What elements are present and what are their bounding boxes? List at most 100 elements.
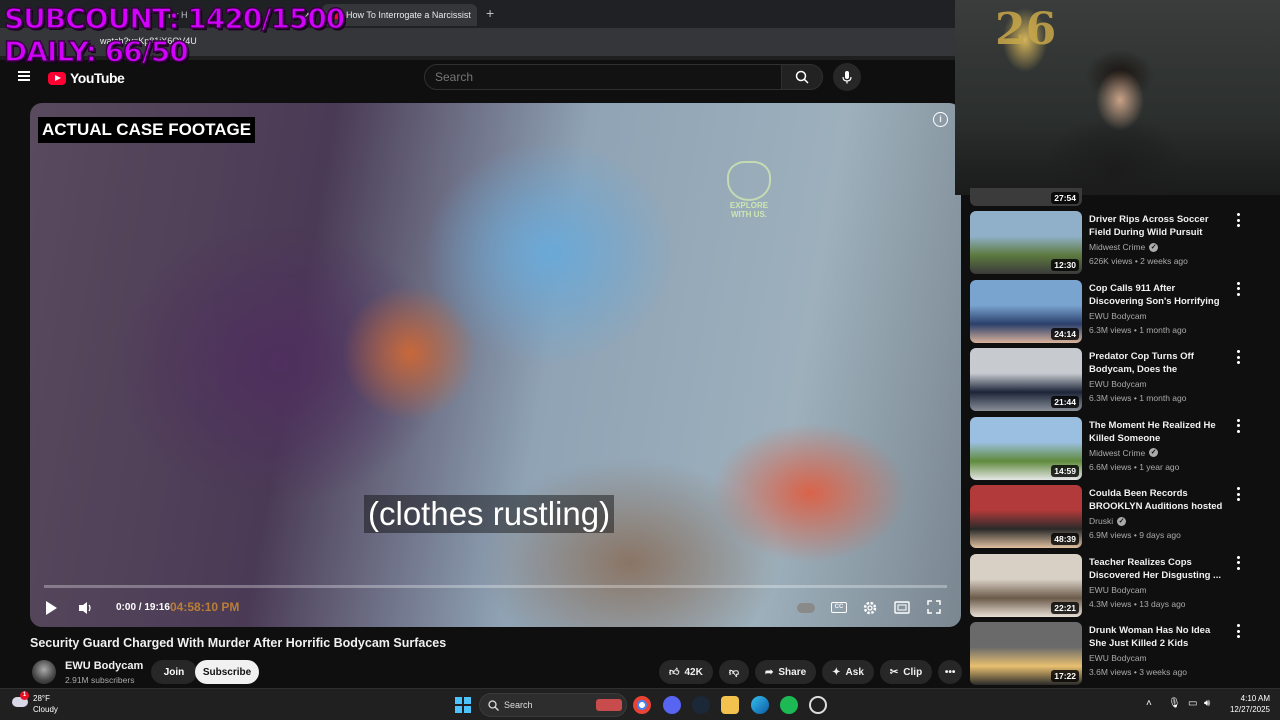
discord-icon[interactable] (663, 696, 681, 714)
video-channel[interactable]: Druski ✓ (1089, 516, 1127, 526)
youtube-logo[interactable]: YouTube (48, 70, 125, 86)
search-box[interactable] (424, 64, 782, 90)
action-buttons: 👍︎ 42K 👎︎ ➦ Share ✦ Ask ✂ Clip ••• (659, 660, 963, 684)
video-player[interactable]: ACTUAL CASE FOOTAGE EXPLORE WITH US. i (… (30, 103, 961, 627)
volume-tray-icon[interactable]: 🔊︎ (1204, 698, 1210, 709)
more-vertical-icon[interactable] (1234, 624, 1242, 638)
voice-search-button[interactable] (833, 63, 861, 91)
subtitles-icon[interactable]: CC (831, 602, 847, 613)
more-vertical-icon[interactable] (1234, 213, 1242, 227)
fullscreen-icon[interactable] (927, 600, 941, 614)
video-channel[interactable]: Midwest Crime ✓ (1089, 448, 1159, 458)
more-horizontal-icon: ••• (944, 666, 956, 678)
clock-time: 4:10 AM (1240, 694, 1270, 703)
partial-thumbnail[interactable]: 27:54 (970, 188, 1082, 206)
video-title[interactable]: Teacher Realizes Cops Discovered Her Dis… (1089, 556, 1229, 582)
recommended-video[interactable]: 22:21 Teacher Realizes Cops Discovered He… (970, 553, 1270, 618)
clip-button[interactable]: ✂ Clip (879, 660, 933, 684)
video-thumbnail[interactable]: 12:30 (970, 211, 1082, 274)
search-button[interactable] (781, 64, 823, 90)
join-button[interactable]: Join (151, 660, 197, 684)
video-meta: 626K views • 2 weeks ago (1089, 256, 1188, 266)
video-thumbnail[interactable]: 21:44 (970, 348, 1082, 411)
recommended-video[interactable]: 24:14 Cop Calls 911 After Discovering Son… (970, 279, 1270, 344)
taskbar-search[interactable]: Search (479, 693, 627, 717)
channel-name: EWU Bodycam (1089, 379, 1147, 389)
video-title[interactable]: Predator Cop Turns Off Bodycam, Does the… (1089, 350, 1229, 376)
video-thumbnail[interactable]: 22:21 (970, 553, 1082, 617)
spotify-icon[interactable] (780, 696, 798, 714)
search-icon (488, 700, 499, 711)
more-vertical-icon[interactable] (1234, 555, 1242, 570)
like-button[interactable]: 👍︎ 42K (659, 660, 713, 684)
recommended-video[interactable]: 21:44 Predator Cop Turns Off Bodycam, Doe… (970, 348, 1270, 412)
video-duration: 17:22 (1051, 670, 1079, 682)
channel-avatar[interactable] (32, 660, 56, 684)
video-thumbnail[interactable]: 24:14 (970, 279, 1082, 343)
autoplay-toggle[interactable] (797, 603, 815, 613)
microphone-tray-icon[interactable]: 🎙︎ (1168, 698, 1181, 709)
more-vertical-icon[interactable] (1234, 487, 1242, 501)
video-thumbnail[interactable]: 48:39 (970, 485, 1082, 548)
recommended-video[interactable]: 12:30 Driver Rips Across Soccer Field Dur… (970, 211, 1270, 275)
more-vertical-icon[interactable] (1234, 418, 1242, 433)
video-meta: 6.6M views • 1 year ago (1089, 461, 1180, 472)
more-vertical-icon[interactable] (1234, 281, 1242, 296)
obs-icon[interactable] (809, 696, 827, 714)
system-clock[interactable]: 4:10 AM 12/27/2025 (1230, 693, 1270, 715)
video-title[interactable]: The Moment He Realized He Killed Someone (1089, 419, 1229, 445)
video-duration: 21:44 (1051, 396, 1079, 408)
chevron-up-icon[interactable]: ˄ (1146, 698, 1152, 709)
video-channel[interactable]: EWU Bodycam (1089, 379, 1147, 389)
edge-icon[interactable] (751, 696, 769, 714)
windows-taskbar: 1 28°F Cloudy Search ˄ 🎙︎ ▭ 🔊︎ 4:10 AM 1… (0, 688, 1280, 720)
video-channel[interactable]: Midwest Crime ✓ (1089, 242, 1159, 252)
steam-icon[interactable] (692, 696, 710, 714)
dislike-button[interactable]: 👎︎ (718, 660, 749, 684)
channel-name[interactable]: EWU Bodycam (65, 660, 143, 672)
recommendations-sidebar: 27:54 12:30 Driver Rips Across Soccer Fie… (962, 188, 1280, 688)
browser-tab-active[interactable]: How To Interrogate a Narcissist ✕ (322, 4, 477, 26)
menu-icon[interactable] (18, 71, 30, 81)
recommended-video[interactable]: 17:22 Drunk Woman Has No Idea She Just Ki… (970, 622, 1270, 686)
settings-gear-icon[interactable] (862, 600, 878, 616)
recommended-video[interactable]: 14:59 The Moment He Realized He Killed So… (970, 416, 1270, 481)
video-thumbnail[interactable]: 17:22 (970, 622, 1082, 685)
video-channel[interactable]: EWU Bodycam (1089, 653, 1147, 663)
search-highlight-icon (596, 699, 622, 711)
search-input[interactable] (425, 65, 781, 89)
video-channel[interactable]: EWU Bodycam (1089, 311, 1147, 321)
weather-condition: Cloudy (33, 705, 58, 714)
case-footage-label: ACTUAL CASE FOOTAGE (38, 117, 256, 143)
info-icon[interactable]: i (933, 112, 948, 127)
windows-start-icon[interactable] (455, 697, 471, 713)
video-channel[interactable]: EWU Bodycam (1089, 585, 1147, 595)
video-meta: 6.9M views • 9 days ago (1089, 530, 1181, 540)
ask-button[interactable]: ✦ Ask (822, 660, 874, 684)
progress-bar[interactable] (44, 585, 947, 588)
video-title[interactable]: Drunk Woman Has No Idea She Just Killed … (1089, 624, 1229, 650)
daily-overlay: DAILY: 66/50 (3, 34, 189, 69)
youtube-play-icon (48, 71, 66, 85)
more-vertical-icon[interactable] (1234, 350, 1242, 364)
video-title[interactable]: Coulda Been Records BROOKLYN Auditions h… (1089, 487, 1229, 513)
subscribe-button[interactable]: Subscribe (195, 660, 259, 684)
webcam-overlay: 26 (955, 0, 1280, 195)
video-title[interactable]: Driver Rips Across Soccer Field During W… (1089, 213, 1229, 239)
chrome-icon[interactable] (633, 696, 651, 714)
play-icon[interactable] (46, 601, 57, 615)
video-thumbnail[interactable]: 14:59 (970, 416, 1082, 480)
more-actions-button[interactable]: ••• (938, 660, 963, 684)
volume-icon[interactable] (78, 601, 94, 615)
theater-mode-icon[interactable] (894, 601, 910, 614)
recommended-video[interactable]: 48:39 Coulda Been Records BROOKLYN Auditi… (970, 485, 1270, 549)
subscriber-count: 2.91M subscribers (65, 675, 135, 685)
share-button[interactable]: ➦ Share (754, 660, 817, 684)
verified-check-icon: ✓ (1149, 242, 1159, 252)
youtube-logo-text: YouTube (70, 70, 125, 86)
file-explorer-icon[interactable] (721, 696, 739, 714)
video-title[interactable]: Cop Calls 911 After Discovering Son's Ho… (1089, 282, 1229, 308)
new-tab-icon[interactable]: + (486, 5, 494, 21)
network-icon[interactable]: ▭ (1188, 698, 1197, 709)
microphone-icon (842, 71, 852, 84)
